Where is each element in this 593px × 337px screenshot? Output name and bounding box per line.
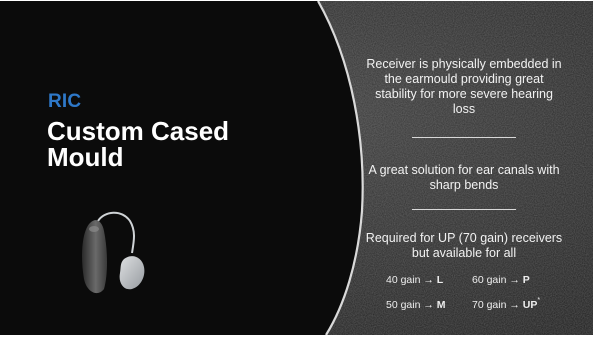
gain-60: 60 gain → P (472, 274, 530, 286)
slide: RIC Custom Cased Mould Receiver is physi… (0, 1, 593, 335)
slide-title: Custom Cased Mould (47, 118, 287, 170)
divider (412, 137, 516, 138)
divider (412, 209, 516, 210)
point-sharp-bends: A great solution for ear canals with sha… (368, 163, 560, 192)
point-stability: Receiver is physically embedded in the e… (366, 57, 562, 116)
gain-code: P (522, 274, 530, 286)
gain-40: 40 gain → L (386, 274, 443, 286)
gain-label: 60 gain → (472, 274, 520, 286)
asterisk-mark: * (537, 297, 541, 304)
title-line-2: Mould (47, 142, 124, 172)
gain-code: UP (522, 299, 538, 311)
title-line-1: Custom Cased (47, 116, 230, 146)
gain-label: 50 gain → (386, 299, 434, 311)
gain-label: 40 gain → (386, 274, 434, 286)
gain-label: 70 gain → (472, 299, 520, 311)
gain-code: M (436, 299, 446, 311)
gain-code: L (436, 274, 444, 286)
point-up-receivers: Required for UP (70 gain) receivers but … (365, 231, 563, 260)
hearing-aid-image (82, 211, 145, 294)
gain-50: 50 gain → M (386, 299, 446, 311)
slide-eyebrow: RIC (48, 91, 82, 112)
gain-70: 70 gain → UP* (472, 297, 541, 311)
